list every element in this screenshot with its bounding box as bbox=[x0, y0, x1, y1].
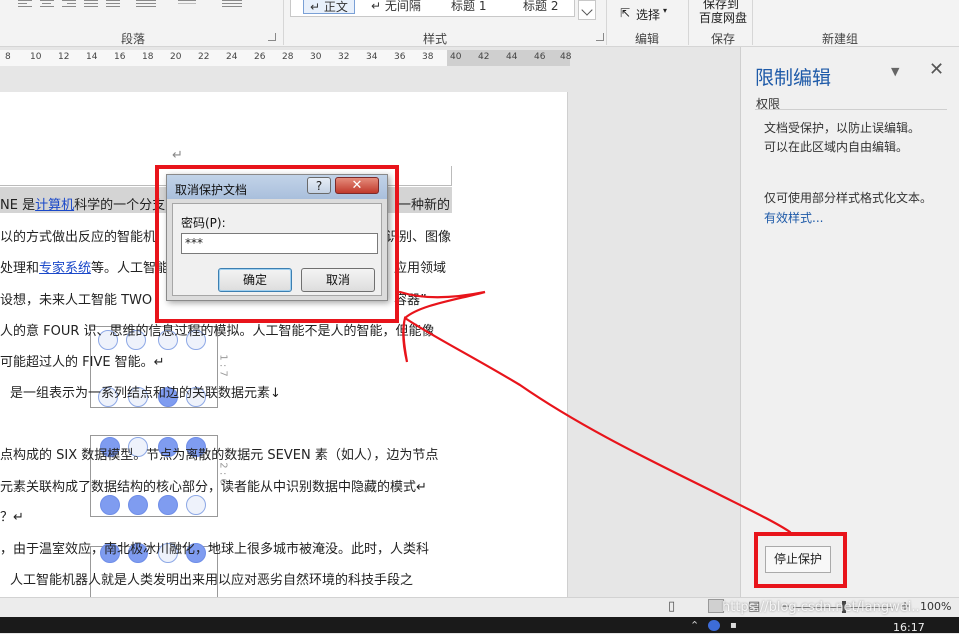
pane-options-icon[interactable]: ▼ bbox=[891, 65, 899, 78]
graph-node bbox=[128, 495, 148, 515]
ruler-tick: 22 bbox=[198, 52, 210, 62]
styles-gallery[interactable]: ↵ 正文 ↵ 无间隔 标题 1 标题 2 bbox=[290, 0, 575, 17]
link-expert-system[interactable]: 专家系统 bbox=[39, 261, 91, 276]
text-line: 可能超过人的 FIVE 智能。↵ bbox=[0, 355, 165, 370]
annotation-box-dialog bbox=[155, 165, 399, 323]
select-button[interactable]: 选择 bbox=[636, 6, 660, 23]
ruler-tick: 44 bbox=[506, 52, 518, 62]
ruler-tick: 26 bbox=[254, 52, 266, 62]
ruler-tick: 38 bbox=[422, 52, 434, 62]
ruler-tick: 34 bbox=[366, 52, 378, 62]
select-icon[interactable]: ⇱ bbox=[620, 6, 630, 20]
ruler-tick: 14 bbox=[86, 52, 98, 62]
group-label-paragraph: 段落 bbox=[121, 32, 146, 46]
group-divider bbox=[283, 0, 284, 45]
tray-app-icon[interactable] bbox=[708, 620, 720, 631]
group-label-save: 保存 bbox=[711, 32, 736, 46]
group-divider bbox=[606, 0, 607, 45]
ruler-tick: 40 bbox=[450, 52, 462, 62]
pane-title: 限制编辑 bbox=[755, 67, 832, 89]
tray-arrow-icon[interactable]: ⌃ bbox=[690, 619, 699, 632]
style-heading-2[interactable]: 标题 2 bbox=[523, 0, 558, 14]
paragraph-launcher-icon[interactable] bbox=[268, 33, 276, 41]
ruler-tick: 20 bbox=[170, 52, 182, 62]
chevron-down-icon[interactable]: ▾ bbox=[663, 6, 667, 15]
text-line: ？↵ bbox=[0, 510, 24, 525]
watermark: https://blog.csdn.net/langwei.. bbox=[722, 600, 920, 615]
styles-more-icon[interactable] bbox=[578, 0, 596, 20]
align-right-icon[interactable] bbox=[62, 0, 76, 12]
styles-launcher-icon[interactable] bbox=[596, 33, 604, 41]
justify-icon[interactable] bbox=[84, 0, 98, 12]
ribbon: 段落 ↵ 正文 ↵ 无间隔 标题 1 标题 2 样式 ⇱ 选择 ▾ 编辑 保存到… bbox=[0, 0, 959, 47]
save-to-baidu-button[interactable]: 百度网盘 bbox=[699, 9, 747, 26]
style-no-spacing[interactable]: ↵ 无间隔 bbox=[371, 0, 421, 14]
ruler-tick: 32 bbox=[338, 52, 350, 62]
borders-icon[interactable] bbox=[222, 0, 242, 12]
text-line: 人工智能机器人就是人类发明出来用以应对恶劣自然环境的科技手段之 bbox=[10, 573, 414, 588]
restrict-editing-pane: 限制编辑 ▼ ✕ 权限 文档受保护，以防止误编辑。 可以在此区域内自由编辑。 仅… bbox=[740, 47, 959, 597]
group-label-editing: 编辑 bbox=[635, 32, 660, 46]
group-label-new-group: 新建组 bbox=[822, 32, 859, 46]
ruler-tick: 30 bbox=[310, 52, 322, 62]
graph-node bbox=[100, 495, 120, 515]
table-border bbox=[451, 166, 452, 186]
line-spacing-icon[interactable] bbox=[136, 0, 156, 12]
text-line: 元素关联构成了数据结构的核心部分，读者能从中识别数据中隐藏的模式↵ bbox=[0, 480, 427, 495]
link-computer[interactable]: 计算机 bbox=[35, 198, 74, 213]
ruler-tick: 12 bbox=[58, 52, 70, 62]
pane-divider bbox=[755, 109, 947, 110]
group-divider bbox=[752, 0, 753, 45]
text-line: 设想，未来人工智能 TWO bbox=[0, 293, 153, 308]
ruler-tick: 42 bbox=[478, 52, 490, 62]
close-icon[interactable]: ✕ bbox=[929, 59, 944, 80]
ruler-tick: 10 bbox=[30, 52, 42, 62]
pane-text: 仅可使用部分样式格式化文本。 bbox=[764, 191, 933, 205]
text-fragment: 一种新的 bbox=[398, 198, 451, 213]
distribute-icon[interactable] bbox=[106, 0, 120, 12]
read-mode-icon[interactable]: ▯ bbox=[668, 599, 675, 614]
group-divider bbox=[688, 0, 689, 45]
paragraph-mark: ↵ bbox=[172, 148, 183, 163]
text-line: NE 是计算机科学的一个分支 bbox=[0, 198, 166, 213]
ruler-tick: 24 bbox=[226, 52, 238, 62]
text-fragment: 应用领域 bbox=[394, 261, 447, 276]
graph-node bbox=[186, 495, 206, 515]
text-line: 是一组表示为一系列结点和边的关联数据元素↓ bbox=[10, 386, 281, 401]
ruler-tick: 48 bbox=[560, 52, 572, 62]
ruler-tick: 46 bbox=[534, 52, 546, 62]
graph-node bbox=[158, 495, 178, 515]
text-line: 处理和专家系统等。人工智能 bbox=[0, 261, 170, 276]
ruler-tick: 16 bbox=[114, 52, 126, 62]
style-normal[interactable]: ↵ 正文 bbox=[303, 0, 355, 14]
ruler-tick: 8 bbox=[5, 52, 11, 62]
ruler-tick: 28 bbox=[282, 52, 294, 62]
style-heading-1[interactable]: 标题 1 bbox=[451, 0, 486, 14]
ruler-tick: 36 bbox=[394, 52, 406, 62]
group-label-styles: 样式 bbox=[423, 32, 448, 46]
tray-network-icon[interactable]: ▪ bbox=[730, 620, 737, 631]
text-line: ，由于温室效应，南北极冰川融化，地球上很多城市被淹没。此时，人类科 bbox=[0, 542, 430, 557]
shading-icon[interactable] bbox=[178, 0, 196, 12]
image-scale-label: 1 : 7 bbox=[217, 354, 229, 377]
pane-text: 可以在此区域内自由编辑。 bbox=[764, 140, 909, 154]
align-left-icon[interactable] bbox=[18, 0, 32, 12]
valid-styles-link[interactable]: 有效样式... bbox=[764, 209, 823, 226]
zoom-level[interactable]: 100% bbox=[920, 600, 951, 613]
taskbar: ⌃ ▪ 16:17 bbox=[0, 617, 959, 634]
clock[interactable]: 16:17 bbox=[893, 621, 925, 634]
ruler-tick: 18 bbox=[142, 52, 154, 62]
text-line: 以的方式做出反应的智能机 bbox=[0, 230, 157, 245]
pane-text: 文档受保护，以防止误编辑。 bbox=[764, 121, 921, 135]
text-line: 点构成的 SIX 数据模型。节点为离散的数据元 SEVEN 素（如人），边为节点 bbox=[0, 448, 439, 463]
annotation-box-stop-button bbox=[754, 532, 847, 588]
horizontal-ruler[interactable]: 8 10 12 14 16 18 20 22 24 26 28 30 32 34… bbox=[0, 50, 572, 66]
align-center-icon[interactable] bbox=[40, 0, 54, 12]
